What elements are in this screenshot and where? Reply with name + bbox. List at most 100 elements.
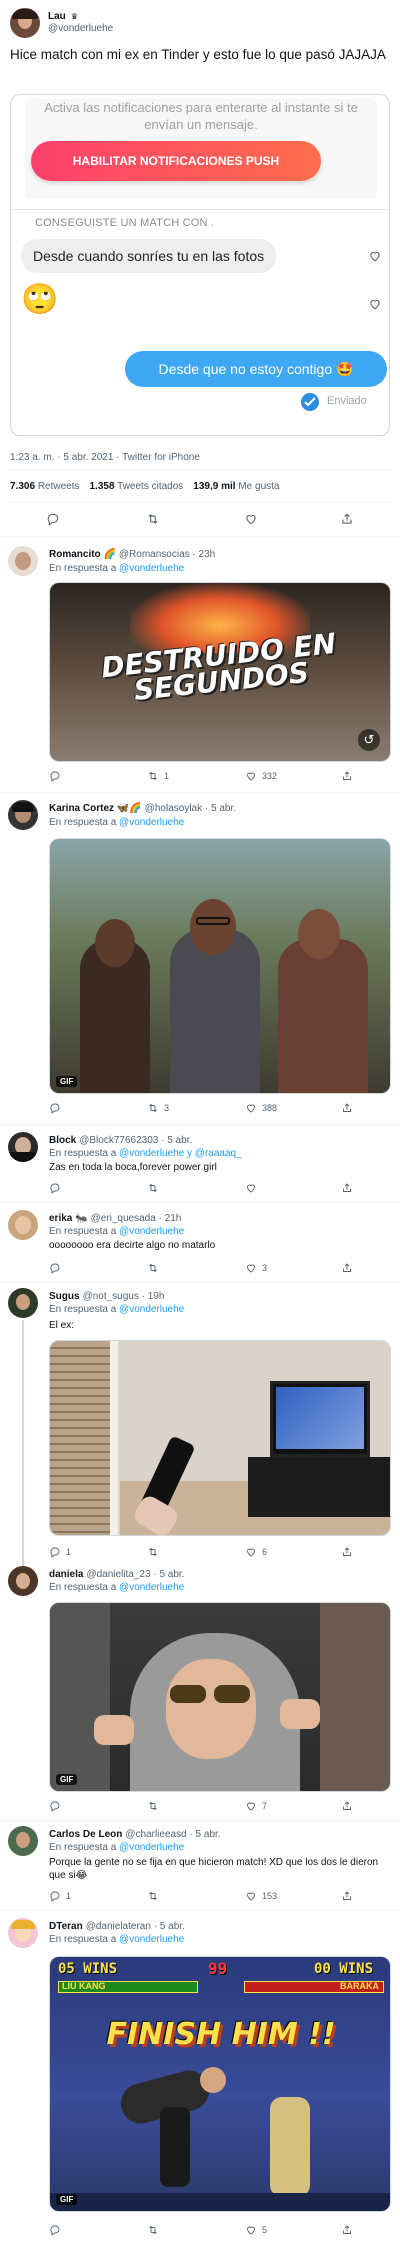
retweet-icon[interactable] bbox=[147, 1262, 159, 1274]
reply-author[interactable]: Block bbox=[49, 1135, 76, 1146]
reply-media-gif[interactable]: 05 WINS 99 00 WINS LIU KANG BARAKA FINIS… bbox=[49, 1956, 391, 2212]
share-icon[interactable] bbox=[341, 1182, 353, 1194]
reply-media-gif[interactable]: GIF bbox=[49, 838, 391, 1094]
sent-check-icon bbox=[301, 393, 319, 411]
share-icon[interactable] bbox=[341, 1262, 353, 1274]
tweet-actions bbox=[0, 512, 400, 528]
reply-media-image[interactable]: DESTRUIDO EN SEGUNDOS ↺ bbox=[49, 582, 391, 762]
reply-handle[interactable]: @charlieeasd · 5 abr. bbox=[125, 1829, 220, 1840]
avatar[interactable] bbox=[8, 1288, 38, 1318]
thread-line bbox=[22, 1320, 24, 1580]
quote-count[interactable]: 1.358 Tweets citados bbox=[90, 481, 184, 492]
reply-author[interactable]: daniela bbox=[49, 1569, 83, 1580]
reply-author[interactable]: Karina Cortez 🦋🌈 bbox=[49, 803, 142, 814]
reply-icon[interactable] bbox=[49, 1890, 61, 1902]
reply-icon[interactable] bbox=[49, 2224, 61, 2236]
avatar[interactable] bbox=[8, 800, 38, 830]
crown-icon: ♛ bbox=[70, 12, 79, 21]
p2-name: BARAKA bbox=[340, 1981, 379, 1991]
reply-handle[interactable]: @not_sugus · 19h bbox=[83, 1291, 165, 1302]
like-count[interactable]: 139,9 mil Me gusta bbox=[193, 481, 279, 492]
retweet-icon[interactable] bbox=[147, 1182, 159, 1194]
in-reply-to: En respuesta a @vonderluehe bbox=[49, 1304, 185, 1315]
reply-author[interactable]: Sugus bbox=[49, 1291, 80, 1302]
like-icon[interactable] bbox=[245, 1262, 257, 1274]
like-icon[interactable] bbox=[245, 1546, 257, 1558]
like-icon[interactable] bbox=[245, 1890, 257, 1902]
avatar[interactable] bbox=[8, 1210, 38, 1240]
like-icon[interactable] bbox=[244, 512, 258, 526]
in-reply-to: En respuesta a @vonderluehe bbox=[49, 1934, 185, 1945]
retweet-count[interactable]: 7.306 Retweets bbox=[10, 481, 80, 492]
reply-text: oooooooo era decirte algo no matarlo bbox=[49, 1240, 216, 1251]
share-icon[interactable] bbox=[341, 770, 353, 782]
share-icon[interactable] bbox=[341, 2224, 353, 2236]
reply-handle[interactable]: @Romansocias · 23h bbox=[119, 549, 215, 560]
reply-text: Zas en toda la boca,forever power girl bbox=[49, 1162, 217, 1173]
tweet-image[interactable]: Activa las notificaciones para enterarte… bbox=[10, 94, 390, 436]
reply-media-gif[interactable]: GIF bbox=[49, 1602, 391, 1792]
retweet-icon[interactable] bbox=[147, 1800, 159, 1812]
match-label: CONSEGUISTE UN MATCH CON . bbox=[35, 217, 215, 229]
avatar[interactable] bbox=[8, 1132, 38, 1162]
reply-handle[interactable]: @eri_quesada · 21h bbox=[91, 1213, 182, 1224]
reply-text: Porque la gente no se fija en que hicier… bbox=[49, 1857, 379, 1881]
reply-author[interactable]: erika 🐜 bbox=[49, 1213, 88, 1224]
replay-icon[interactable]: ↺ bbox=[358, 729, 380, 751]
avatar[interactable] bbox=[10, 8, 40, 38]
reply-handle[interactable]: @danielateran · 5 abr. bbox=[86, 1921, 185, 1932]
round-timer: 99 bbox=[208, 1959, 228, 1978]
tweet-stats: 7.306 Retweets 1.358 Tweets citados 139,… bbox=[10, 481, 279, 492]
author-name[interactable]: Lau ♛ bbox=[48, 10, 78, 22]
p2-wins: 00 WINS bbox=[314, 1961, 374, 1977]
received-message: Desde cuando sonríes tu en las fotos bbox=[21, 239, 277, 273]
reply-author[interactable]: DTeran bbox=[49, 1921, 83, 1932]
retweet-icon[interactable] bbox=[147, 770, 159, 782]
reply-author[interactable]: Carlos De Leon bbox=[49, 1829, 122, 1840]
retweet-icon[interactable] bbox=[147, 1102, 159, 1114]
eyeroll-emoji: 🙄 bbox=[21, 283, 59, 316]
author-handle[interactable]: @vonderluehe bbox=[48, 23, 113, 34]
tweet-text: Hice match con mi ex en Tinder y esto fu… bbox=[10, 47, 386, 62]
like-icon[interactable] bbox=[245, 1102, 257, 1114]
reply-icon[interactable] bbox=[49, 1800, 61, 1812]
reply-icon[interactable] bbox=[49, 1546, 61, 1558]
share-icon[interactable] bbox=[341, 1102, 353, 1114]
reply-text: El ex: bbox=[49, 1320, 75, 1331]
retweet-icon[interactable] bbox=[147, 2224, 159, 2236]
retweet-icon[interactable] bbox=[146, 512, 160, 526]
media-caption: DESTRUIDO EN SEGUNDOS bbox=[99, 626, 338, 708]
tweet-timestamp[interactable]: 1:23 a. m. · 5 abr. 2021 · Twitter for i… bbox=[10, 452, 200, 463]
reply-handle[interactable]: @Block77662303 · 5 abr. bbox=[79, 1135, 192, 1146]
avatar[interactable] bbox=[8, 1826, 38, 1856]
heart-icon[interactable] bbox=[367, 249, 383, 263]
retweet-icon[interactable] bbox=[147, 1546, 159, 1558]
sent-message: Desde que no estoy contigo 🤩 bbox=[125, 351, 387, 387]
reply-author[interactable]: Romancito 🌈 bbox=[49, 549, 116, 560]
avatar[interactable] bbox=[8, 546, 38, 576]
enable-push-button[interactable]: HABILITAR NOTIFICACIONES PUSH bbox=[31, 141, 321, 181]
p1-wins: 05 WINS bbox=[58, 1961, 118, 1977]
like-icon[interactable] bbox=[245, 1800, 257, 1812]
retweet-icon[interactable] bbox=[147, 1890, 159, 1902]
reply-icon[interactable] bbox=[46, 512, 60, 526]
share-icon[interactable] bbox=[341, 1890, 353, 1902]
reply-icon[interactable] bbox=[49, 1182, 61, 1194]
reply-icon[interactable] bbox=[49, 1262, 61, 1274]
like-icon[interactable] bbox=[245, 2224, 257, 2236]
share-icon[interactable] bbox=[341, 1546, 353, 1558]
like-icon[interactable] bbox=[245, 770, 257, 782]
gif-badge: GIF bbox=[56, 2194, 78, 2205]
share-icon[interactable] bbox=[341, 1800, 353, 1812]
reply-handle[interactable]: @danielita_23 · 5 abr. bbox=[86, 1569, 184, 1580]
avatar[interactable] bbox=[8, 1566, 38, 1596]
reply-handle[interactable]: @holasoylak · 5 abr. bbox=[145, 803, 236, 814]
reply-media-image[interactable] bbox=[49, 1340, 391, 1536]
avatar[interactable] bbox=[8, 1918, 38, 1948]
reply-icon[interactable] bbox=[49, 770, 61, 782]
in-reply-to: En respuesta a @vonderluehe bbox=[49, 1226, 185, 1237]
like-icon[interactable] bbox=[245, 1182, 257, 1194]
share-icon[interactable] bbox=[340, 512, 354, 526]
reply-icon[interactable] bbox=[49, 1102, 61, 1114]
heart-icon[interactable] bbox=[367, 297, 383, 311]
